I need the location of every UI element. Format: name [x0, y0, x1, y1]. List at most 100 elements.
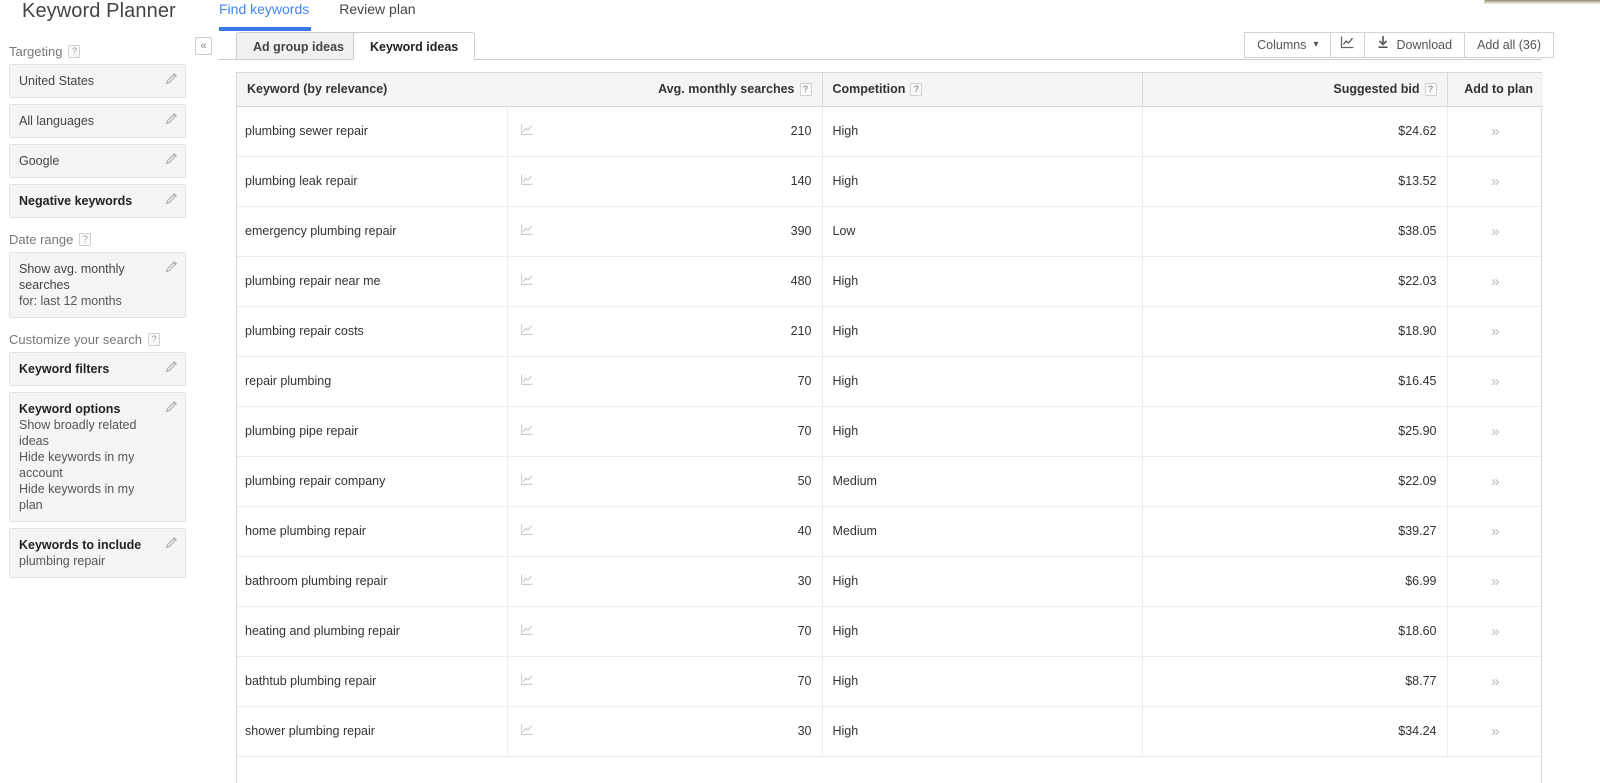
cell-trend[interactable] [506, 256, 547, 307]
column-header-keyword[interactable]: Keyword (by relevance) [237, 73, 507, 107]
table-row[interactable]: plumbing repair near me 480 High $22.03» [237, 256, 1543, 307]
table-row[interactable]: repair plumbing 70 High $16.45» [237, 356, 1543, 407]
add-to-plan-button[interactable]: » [1446, 356, 1543, 407]
cell-trend[interactable] [506, 306, 547, 357]
table-row[interactable]: home plumbing repair 40 Medium $39.27» [237, 506, 1543, 557]
column-header-plan[interactable]: Add to plan [1446, 73, 1543, 107]
trend-chart-icon[interactable] [520, 324, 534, 339]
cell-keyword: plumbing pipe repair [237, 406, 507, 457]
help-icon[interactable]: ? [1424, 82, 1437, 96]
collapse-sidebar-button[interactable]: « [195, 37, 212, 55]
cell-suggested-bid: $39.27 [1141, 506, 1447, 557]
sidebar-card-united-states[interactable]: United States [9, 64, 186, 98]
table-row[interactable]: plumbing repair costs 210 High $18.90» [237, 306, 1543, 357]
add-to-plan-button[interactable]: » [1446, 506, 1543, 557]
cell-trend[interactable] [506, 506, 547, 557]
download-button[interactable]: Download [1364, 32, 1466, 58]
columns-button[interactable]: Columns ▾ [1244, 32, 1332, 58]
add-to-plan-button[interactable]: » [1446, 706, 1543, 757]
cell-trend[interactable] [506, 406, 547, 457]
sidebar-card-subtext: for: last 12 months [19, 294, 122, 308]
column-header-volume[interactable]: Avg. monthly searches? [547, 73, 822, 107]
table-header-row: Keyword (by relevance) Avg. monthly searc… [237, 73, 1543, 107]
edit-pencil-icon[interactable] [165, 112, 178, 125]
trend-chart-icon[interactable] [520, 674, 534, 689]
edit-pencil-icon[interactable] [165, 360, 178, 373]
table-row[interactable]: bathroom plumbing repair 30 High $6.99» [237, 556, 1543, 607]
cell-trend[interactable] [506, 606, 547, 657]
chart-view-button[interactable] [1330, 32, 1366, 58]
edit-pencil-icon[interactable] [165, 72, 178, 85]
trend-chart-icon[interactable] [520, 424, 534, 439]
table-row[interactable]: plumbing repair company 50 Medium $22.09» [237, 456, 1543, 507]
tab-ad-group-ideas[interactable]: Ad group ideas [236, 32, 361, 60]
column-header-label: Suggested bid [1333, 82, 1420, 97]
table-row[interactable]: plumbing leak repair 140 High $13.52» [237, 156, 1543, 207]
top-nav-item-review-plan[interactable]: Review plan [339, 1, 415, 26]
add-to-plan-button[interactable]: » [1446, 306, 1543, 357]
edit-pencil-icon[interactable] [165, 192, 178, 205]
add-to-plan-button[interactable]: » [1446, 606, 1543, 657]
add-all-button[interactable]: Add all (36) [1464, 32, 1554, 58]
edit-pencil-icon[interactable] [165, 260, 178, 273]
column-header-bid[interactable]: Suggested bid? [1141, 73, 1447, 107]
trend-chart-icon[interactable] [520, 174, 534, 189]
help-icon[interactable]: ? [79, 233, 92, 246]
top-nav-item-find-keywords[interactable]: Find keywords [219, 1, 309, 26]
help-icon[interactable]: ? [910, 82, 923, 96]
cell-trend[interactable] [506, 656, 547, 707]
sidebar-card-keyword-options[interactable]: Keyword options Show broadly related idea… [9, 392, 186, 522]
cell-trend[interactable] [506, 206, 547, 257]
add-to-plan-button[interactable]: » [1446, 206, 1543, 257]
add-to-plan-button[interactable]: » [1446, 456, 1543, 507]
sidebar-card-keyword-filters[interactable]: Keyword filters [9, 352, 186, 386]
add-to-plan-button[interactable]: » [1446, 106, 1543, 157]
trend-chart-icon[interactable] [520, 474, 534, 489]
add-to-plan-button[interactable]: » [1446, 256, 1543, 307]
trend-chart-icon[interactable] [520, 524, 534, 539]
cell-competition: High [821, 106, 1142, 157]
cell-trend[interactable] [506, 456, 547, 507]
sidebar-card-show-avg-monthly-searches[interactable]: Show avg. monthly searches for: last 12 m… [9, 252, 186, 318]
help-icon[interactable]: ? [799, 82, 812, 96]
sidebar-card-keywords-to-include[interactable]: Keywords to include plumbing repair [9, 528, 186, 578]
table-row[interactable]: plumbing pipe repair 70 High $25.90» [237, 406, 1543, 457]
cell-competition: High [821, 356, 1142, 407]
table-row[interactable]: shower plumbing repair 30 High $34.24» [237, 706, 1543, 757]
trend-chart-icon[interactable] [520, 224, 534, 239]
cell-trend[interactable] [506, 356, 547, 407]
add-to-plan-button[interactable]: » [1446, 406, 1543, 457]
cell-trend[interactable] [506, 706, 547, 757]
sidebar-card-negative-keywords[interactable]: Negative keywords [9, 184, 186, 218]
add-to-plan-button[interactable]: » [1446, 156, 1543, 207]
page-title: Keyword Planner [22, 0, 176, 22]
table-row[interactable]: plumbing sewer repair 210 High $24.62» [237, 106, 1543, 157]
cell-trend[interactable] [506, 106, 547, 157]
table-row[interactable]: bathtub plumbing repair 70 High $8.77» [237, 656, 1543, 707]
cell-keyword: repair plumbing [237, 356, 507, 407]
add-to-plan-button[interactable]: » [1446, 556, 1543, 607]
table-row[interactable]: emergency plumbing repair 390 Low $38.05» [237, 206, 1543, 257]
content-panel: Ad group ideas Keyword ideas Columns ▾ D… [218, 30, 1600, 783]
trend-chart-icon[interactable] [520, 374, 534, 389]
column-header-competition[interactable]: Competition? [821, 73, 1142, 107]
trend-chart-icon[interactable] [520, 574, 534, 589]
trend-chart-icon[interactable] [520, 624, 534, 639]
cell-trend[interactable] [506, 156, 547, 207]
help-icon[interactable]: ? [68, 45, 81, 58]
trend-chart-icon[interactable] [520, 124, 534, 139]
edit-pencil-icon[interactable] [165, 152, 178, 165]
edit-pencil-icon[interactable] [165, 400, 178, 413]
vertical-scrollbar[interactable] [1584, 60, 1600, 783]
cell-trend[interactable] [506, 556, 547, 607]
sidebar-card-all-languages[interactable]: All languages [9, 104, 186, 138]
sidebar-card-google[interactable]: Google [9, 144, 186, 178]
help-icon[interactable]: ? [147, 333, 160, 346]
trend-chart-icon[interactable] [520, 274, 534, 289]
tab-keyword-ideas[interactable]: Keyword ideas [353, 32, 476, 60]
add-to-plan-button[interactable]: » [1446, 656, 1543, 707]
table-row[interactable]: heating and plumbing repair 70 High $18.60» [237, 606, 1543, 657]
trend-chart-icon[interactable] [520, 724, 534, 739]
edit-pencil-icon[interactable] [165, 536, 178, 549]
column-header-trend[interactable] [507, 73, 547, 107]
